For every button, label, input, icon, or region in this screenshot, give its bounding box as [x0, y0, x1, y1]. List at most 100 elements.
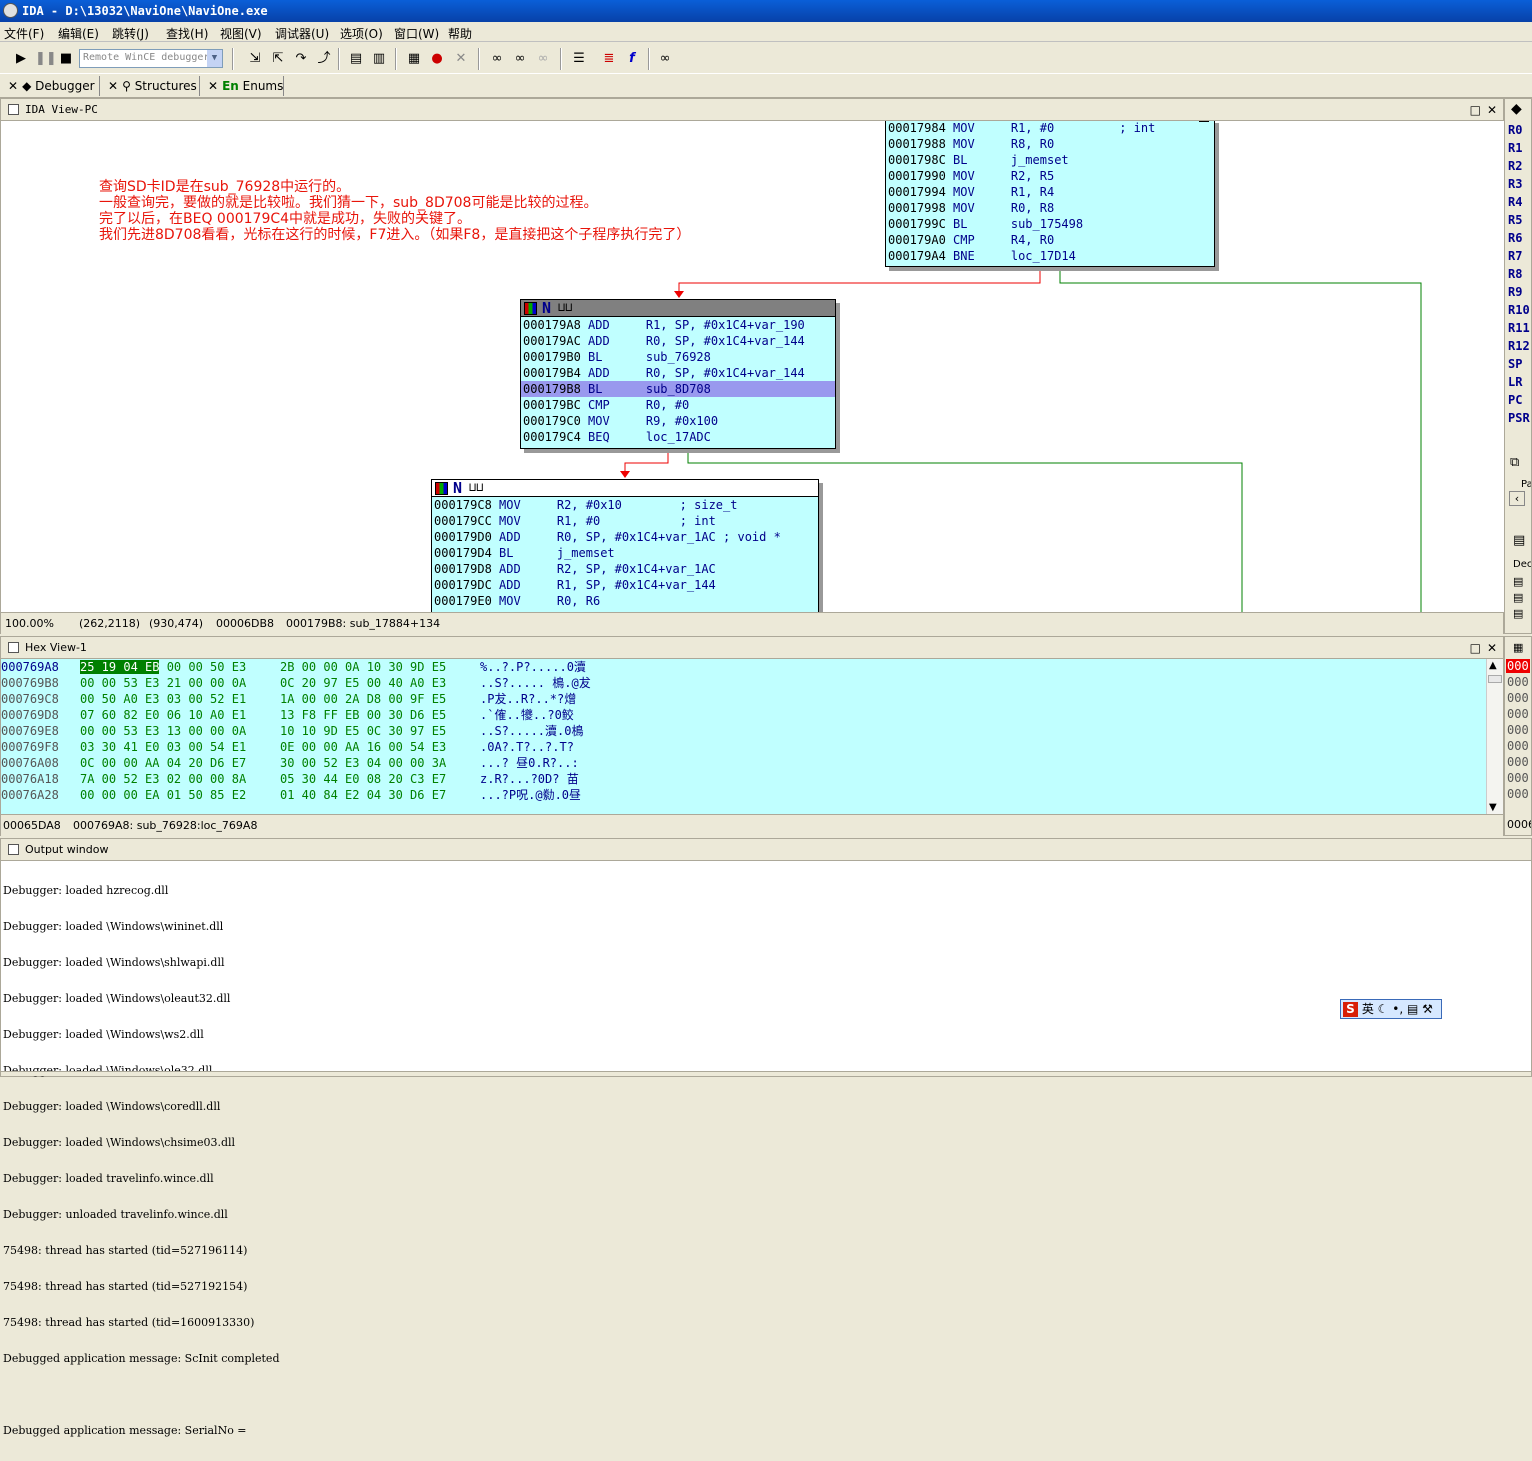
restore-icon[interactable]: □ [1470, 637, 1481, 659]
thread-list-icon[interactable]: ▦ [405, 50, 423, 68]
register-r3[interactable]: R3 [1508, 177, 1522, 191]
asm-line[interactable]: 0001799C BL sub_175498 [886, 216, 1214, 232]
asm-line[interactable]: 000179A8 ADD R1, SP, #0x1C4+var_190 [521, 317, 835, 333]
code-block-1[interactable]: 00017984 MOV R1, #0 ; int 00017988 MOV R… [885, 121, 1215, 267]
list-view-icon[interactable]: ☰ [570, 50, 588, 68]
asm-line[interactable]: 000179C8 MOV R2, #0x10 ; size_t [432, 497, 818, 513]
pause-process-icon[interactable]: ❚❚ [35, 50, 57, 68]
stack-value[interactable]: 000 [1507, 723, 1529, 737]
step-until-return-icon[interactable]: ⤴ [315, 50, 333, 68]
register-r5[interactable]: R5 [1508, 213, 1522, 227]
close-icon[interactable]: ✕ [1487, 637, 1497, 659]
delete-watch-icon[interactable]: ∞ [534, 50, 552, 68]
chevron-left-icon[interactable]: ‹ [1509, 491, 1525, 506]
asm-line[interactable]: 000179DC ADD R1, SP, #0x1C4+var_144 [432, 577, 818, 593]
chevron-up-icon[interactable]: ▲ [1489, 660, 1497, 671]
menu-windows[interactable]: 窗口(W) [394, 25, 439, 42]
chevron-down-icon[interactable]: ▼ [207, 50, 222, 67]
stack-value[interactable]: 000 [1507, 771, 1529, 785]
document-icon[interactable]: ▤ [1513, 533, 1525, 548]
stack-value[interactable]: 000 [1507, 739, 1529, 753]
asm-line[interactable]: 00017988 MOV R8, R0 [886, 136, 1214, 152]
asm-line[interactable]: 000179C4 BEQ loc_17ADC [521, 429, 835, 445]
asm-line[interactable]: 000179CC MOV R1, #0 ; int [432, 513, 818, 529]
tab-debugger[interactable]: ✕ ◆ Debugger [0, 76, 100, 96]
rename-icon[interactable]: N [542, 299, 551, 317]
asm-line[interactable]: 000179D8 ADD R2, SP, #0x1C4+var_1AC [432, 561, 818, 577]
menu-options[interactable]: 选项(O) [340, 25, 383, 42]
breakpoint-icon[interactable]: ● [428, 50, 446, 68]
register-sp[interactable]: SP [1508, 357, 1522, 371]
code-block-3[interactable]: N ⊔⊔ 000179C8 MOV R2, #0x10 ; size_t 000… [431, 479, 819, 612]
asm-line[interactable]: 000179E0 MOV R0, R6 [432, 593, 818, 609]
register-r2[interactable]: R2 [1508, 159, 1522, 173]
register-psr[interactable]: PSR [1508, 411, 1530, 425]
close-icon[interactable]: ✕ [208, 79, 218, 93]
graph-view[interactable]: 查询SD卡ID是在sub_76928中运行的。 一般查询完，要做的就是比较啦。我… [2, 121, 1504, 612]
asm-line[interactable]: 00017984 MOV R1, #0 ; int [886, 121, 1214, 136]
trace-icon[interactable]: ≣ [600, 50, 618, 68]
register-r9[interactable]: R9 [1508, 285, 1522, 299]
tab-structures[interactable]: ✕ ⚲ Structures [100, 76, 200, 96]
close-icon[interactable]: ✕ [8, 79, 18, 93]
close-icon[interactable]: ✕ [108, 79, 118, 93]
step-into-icon[interactable]: ⇲ [246, 50, 264, 68]
hex-selection[interactable]: 25 19 04 EB [80, 660, 160, 674]
register-r8[interactable]: R8 [1508, 267, 1522, 281]
asm-line[interactable]: 00017998 MOV R0, R8 [886, 200, 1214, 216]
hex-scrollbar[interactable]: ▲ ▼ [1486, 659, 1503, 814]
block-tool-icon[interactable]: ⊔⊔ [558, 300, 572, 314]
module-list-icon[interactable]: ▥ [370, 50, 388, 68]
menu-view[interactable]: 视图(V) [220, 25, 262, 42]
run-to-cursor-icon[interactable]: ↷ [292, 50, 310, 68]
chevron-down-icon[interactable]: ▼ [1489, 802, 1497, 813]
asm-line[interactable]: 000179B0 BL sub_76928 [521, 349, 835, 365]
asm-line[interactable]: 00017994 MOV R1, R4 [886, 184, 1214, 200]
stack-value[interactable]: 000 [1507, 675, 1529, 689]
register-r11[interactable]: R11 [1508, 321, 1530, 335]
ime-toolbar[interactable]: S 英 ☾ •, ▤ ⚒ [1340, 999, 1442, 1019]
scroll-thumb[interactable] [1488, 675, 1502, 683]
register-r7[interactable]: R7 [1508, 249, 1522, 263]
menu-edit[interactable]: 编辑(E) [58, 25, 99, 42]
close-icon[interactable]: ✕ [1487, 99, 1497, 121]
wrench-icon[interactable]: ⚒ [1422, 1002, 1433, 1016]
asm-line-selected[interactable]: 000179B8 BL sub_8D708 [521, 381, 835, 397]
function-icon[interactable]: f [623, 50, 641, 68]
ime-language-label[interactable]: 英 [1362, 1002, 1374, 1016]
register-r4[interactable]: R4 [1508, 195, 1522, 209]
register-r0[interactable]: R0 [1508, 123, 1522, 137]
stack-value[interactable]: 000 [1507, 691, 1529, 705]
restore-icon[interactable]: □ [1470, 99, 1481, 121]
debugger-select[interactable]: Remote WinCE debugger ▼ [79, 49, 223, 68]
stack-value[interactable]: 000 [1507, 755, 1529, 769]
asm-line[interactable]: 000179A0 CMP R4, R0 [886, 232, 1214, 248]
register-r12[interactable]: R12 [1508, 339, 1530, 353]
step-over-icon[interactable]: ⇱ [269, 50, 287, 68]
stack-value[interactable]: 000 [1507, 707, 1529, 721]
register-lr[interactable]: LR [1508, 375, 1522, 389]
moon-icon[interactable]: ☾ [1378, 1002, 1389, 1016]
punctuation-icon[interactable]: •, [1392, 1002, 1403, 1016]
asm-line[interactable]: 000179D0 ADD R0, SP, #0x1C4+var_1AC ; vo… [432, 529, 818, 545]
code-block-2[interactable]: N ⊔⊔ 000179A8 ADD R1, SP, #0x1C4+var_190… [520, 299, 836, 449]
output-log[interactable]: Debugger: loaded hzrecog.dll Debugger: l… [3, 861, 279, 1461]
menu-search[interactable]: 查找(H) [166, 25, 208, 42]
register-pc[interactable]: PC [1508, 393, 1522, 407]
watch-icon[interactable]: ∞ [488, 50, 506, 68]
stack-value[interactable]: 000 [1507, 787, 1529, 801]
asm-line[interactable]: 000179AC ADD R0, SP, #0x1C4+var_144 [521, 333, 835, 349]
copy-icon[interactable]: ⧉ [1510, 455, 1519, 470]
asm-line[interactable]: 000179A4 BNE loc_17D14 [886, 248, 1214, 264]
menu-file[interactable]: 文件(F) [4, 25, 44, 42]
tab-enums[interactable]: ✕ En Enums [200, 76, 284, 96]
delete-breakpoint-icon[interactable]: ✕ [452, 50, 470, 68]
asm-line[interactable]: 000179B4 ADD R0, SP, #0x1C4+var_144 [521, 365, 835, 381]
asm-line[interactable]: 0001798C BL j_memset [886, 152, 1214, 168]
asm-line[interactable]: 000179BC CMP R0, #0 [521, 397, 835, 413]
register-r1[interactable]: R1 [1508, 141, 1522, 155]
terminate-process-icon[interactable]: ■ [57, 50, 75, 68]
stack-value-selected[interactable]: 000 [1506, 659, 1530, 673]
keyboard-icon[interactable]: ▤ [1407, 1002, 1418, 1016]
bookmark-icon[interactable]: ∞ [656, 50, 674, 68]
